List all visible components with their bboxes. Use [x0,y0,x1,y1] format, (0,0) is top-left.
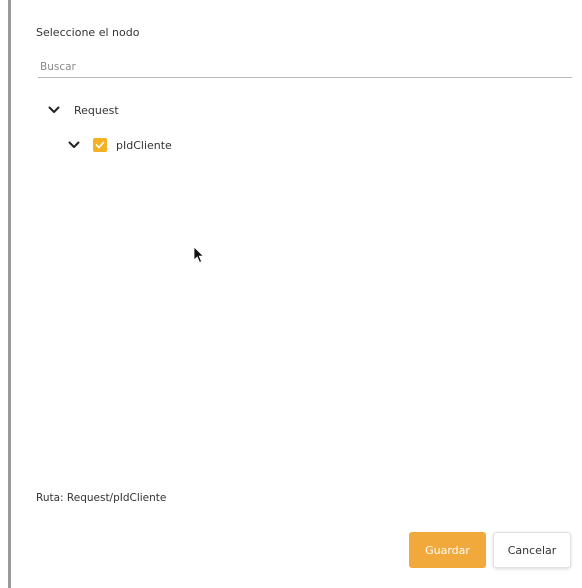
chevron-down-icon[interactable] [66,137,82,153]
cancel-button[interactable]: Cancelar [493,532,571,568]
select-node-dialog: Seleccione el nodo Request pIdCliente Ru… [0,0,582,588]
checkmark-icon [95,141,105,149]
route-path-text: Ruta: Request/pIdCliente [36,492,167,504]
search-input[interactable] [38,58,572,78]
tree-node-pidcliente[interactable]: pIdCliente [66,136,172,154]
dialog-left-border [8,0,11,588]
tree-node-label: pIdCliente [116,138,172,152]
mouse-cursor-icon [193,246,205,264]
dialog-title: Seleccione el nodo [36,26,140,39]
tree-node-request[interactable]: Request [46,101,119,119]
tree-node-label: Request [74,103,119,117]
node-checkbox[interactable] [93,138,107,152]
save-button[interactable]: Guardar [409,532,486,568]
chevron-down-icon[interactable] [46,102,62,118]
